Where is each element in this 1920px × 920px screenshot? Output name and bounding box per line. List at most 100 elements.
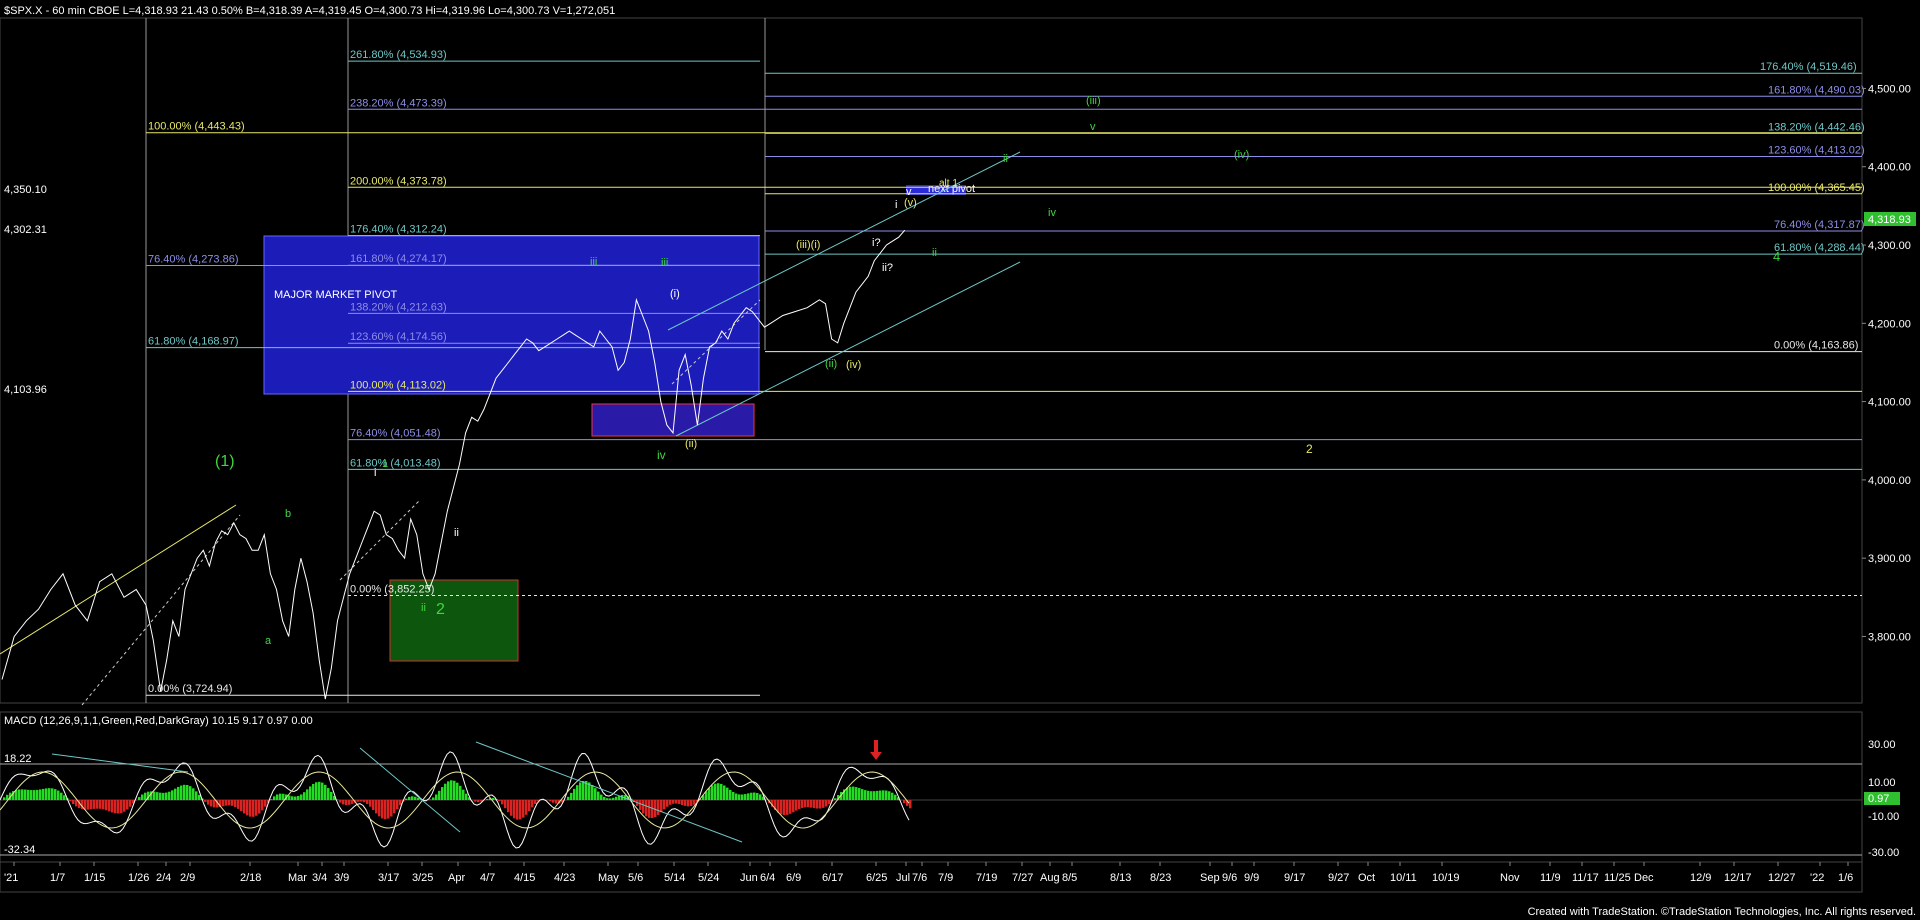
macd-bar (456, 782, 459, 800)
macd-bar (237, 800, 240, 809)
wave-label-18: (v) (904, 197, 917, 209)
macd-bar (429, 799, 432, 800)
macd-bar (756, 793, 759, 800)
macd-bar (240, 800, 243, 812)
macd-bar (660, 800, 663, 813)
fib-label-17: 138.20% (4,442.46) (1768, 122, 1865, 134)
x-tick-label-7: Mar (288, 872, 307, 884)
macd-bar (744, 794, 747, 800)
macd-bar (501, 800, 504, 805)
macd-bar (414, 796, 417, 800)
macd-bar (450, 780, 453, 800)
wave-label-11: (i) (670, 288, 680, 300)
wave-label-9: iii (661, 257, 668, 269)
macd-bar (72, 800, 75, 805)
macd-left-bottom: -32.34 (4, 844, 35, 856)
macd-bar (609, 798, 612, 800)
wave-label-29: 4 (1773, 249, 1780, 264)
macd-bar (672, 800, 675, 804)
y-tick-label-2: 4,300.00 (1868, 240, 1911, 252)
macd-bar (288, 795, 291, 800)
x-tick-label-39: Oct (1358, 872, 1375, 884)
macd-bar (297, 795, 300, 800)
macd-bar (60, 792, 63, 800)
macd-bar (318, 781, 321, 800)
footer-credit: Created with TradeStation. ©TradeStation… (1528, 906, 1916, 918)
macd-bar (309, 786, 312, 800)
macd-bar (603, 796, 606, 800)
x-tick-label-27: 7/9 (938, 872, 953, 884)
macd-bar (396, 800, 399, 810)
x-tick-label-19: 5/24 (698, 872, 719, 884)
macd-bar (555, 800, 558, 804)
x-tick-label-49: 12/27 (1768, 872, 1796, 884)
macd-bar (462, 789, 465, 800)
macd-bar (393, 800, 396, 814)
macd-bar (735, 793, 738, 800)
wave-label-27: ii (932, 247, 937, 259)
macd-bar (645, 800, 648, 817)
x-tick-label-8: 3/4 (312, 872, 327, 884)
macd-bar (234, 800, 237, 807)
macd-bar (576, 785, 579, 800)
macd-bar (714, 783, 717, 800)
macd-bar (741, 794, 744, 800)
macd-bar (579, 782, 582, 800)
x-tick-label-5: 2/9 (180, 872, 195, 884)
y-tick-label-1: 4,400.00 (1868, 162, 1911, 174)
macd-bar (750, 792, 753, 800)
x-tick-label-4: 2/4 (156, 872, 171, 884)
macd-bar (264, 800, 267, 807)
macd-bar (279, 793, 282, 800)
x-tick-label-0: '21 (4, 872, 18, 884)
macd-bar (99, 800, 102, 809)
macd-bar (711, 785, 714, 800)
macd-bar (378, 800, 381, 817)
macd-bar (327, 788, 330, 800)
x-tick-label-44: 11/17 (1572, 872, 1599, 884)
macd-bar (183, 784, 186, 800)
macd-bar (390, 800, 393, 817)
macd-bar (453, 780, 456, 800)
macd-bar (519, 800, 522, 820)
wave-label-21: i (895, 199, 897, 211)
macd-bar (441, 787, 444, 800)
macd-bar (363, 800, 366, 803)
macd-bar (822, 800, 825, 808)
x-tick-label-9: 3/9 (334, 872, 349, 884)
macd-bar (474, 800, 477, 802)
fib-label-12: 61.80% (4,013.48) (350, 457, 441, 469)
macd-bar (612, 797, 615, 800)
left-price-tag-a: 4,350.10 (4, 184, 47, 196)
wave-label-12: (ii) (685, 438, 697, 450)
macd-bar (291, 796, 294, 800)
macd-bar (369, 800, 372, 807)
macd-bar (321, 782, 324, 800)
macd-bar (42, 788, 45, 800)
macd-bar (531, 800, 534, 808)
macd-bar (783, 800, 786, 816)
x-tick-label-25: Jul (896, 872, 910, 884)
macd-bar (282, 793, 285, 800)
macd-bar (357, 800, 360, 802)
macd-bar (684, 800, 687, 806)
macd-bar (375, 800, 378, 814)
macd-bar (57, 790, 60, 800)
macd-bar (105, 800, 108, 811)
macd-bar (372, 800, 375, 810)
macd-bar (108, 800, 111, 812)
fib-label-8: 123.60% (4,174.56) (350, 331, 447, 343)
macd-bar (84, 800, 87, 810)
macd-bar (690, 800, 693, 807)
macd-bar (432, 797, 435, 800)
macd-bar (729, 789, 732, 800)
y-tick-label-0: 4,500.00 (1868, 83, 1911, 95)
fib-label-20: 76.40% (4,317.87) (1774, 219, 1865, 231)
x-tick-label-1: 1/7 (50, 872, 65, 884)
macd-bar (888, 791, 891, 800)
macd-bar (657, 800, 660, 815)
macd-bar (102, 800, 105, 810)
macd-bar (492, 797, 495, 800)
macd-bar (312, 783, 315, 800)
x-tick-label-11: 3/25 (412, 872, 433, 884)
